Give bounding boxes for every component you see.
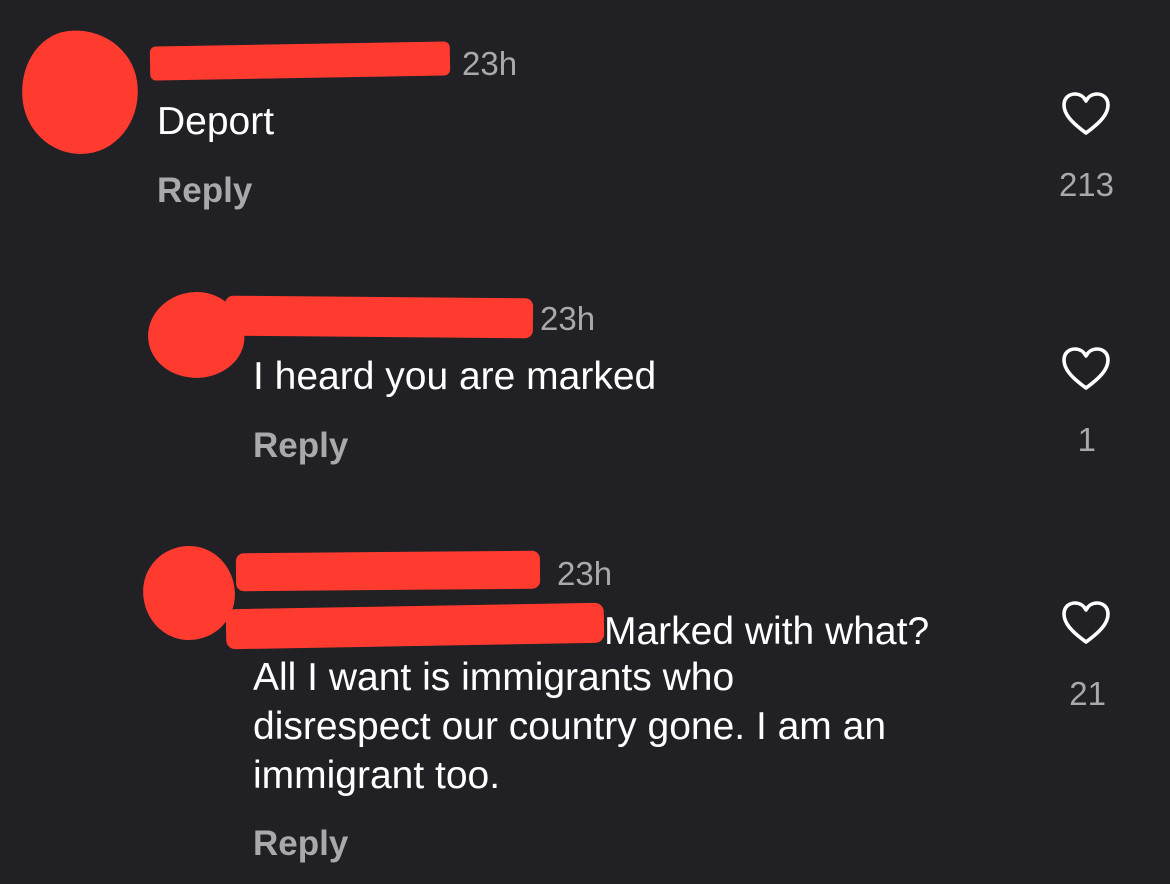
timestamp: 23h [557, 555, 613, 592]
comment-text: I heard you are marked [253, 355, 657, 398]
like-count: 21 [1069, 675, 1106, 712]
timestamp: 23h [462, 45, 518, 82]
reply-button[interactable]: Reply [157, 173, 252, 208]
like-count: 1 [1077, 421, 1096, 458]
reply-button[interactable]: Reply [253, 826, 348, 861]
username-redacted[interactable] [224, 295, 534, 339]
like-count: 213 [1058, 166, 1114, 203]
heart-outline-icon[interactable] [1061, 600, 1111, 646]
heart-outline-icon[interactable] [1061, 91, 1111, 137]
comment-text-line: All I want is immigrants who [253, 656, 735, 699]
username-redacted[interactable] [149, 41, 451, 81]
comment-text-line: disrespect our country gone. I am an [253, 705, 887, 748]
reply-button[interactable]: Reply [253, 428, 348, 463]
comment-text-line: Marked with what? [604, 610, 930, 653]
timestamp: 23h [540, 300, 596, 337]
avatar-redacted[interactable] [139, 542, 239, 644]
username-redacted[interactable] [235, 550, 541, 592]
avatar-redacted[interactable] [13, 22, 147, 162]
heart-outline-icon[interactable] [1061, 346, 1111, 392]
comment-text-line: immigrant too. [253, 754, 501, 797]
comment-text: Deport [157, 100, 275, 143]
mention-redacted[interactable] [225, 602, 605, 650]
